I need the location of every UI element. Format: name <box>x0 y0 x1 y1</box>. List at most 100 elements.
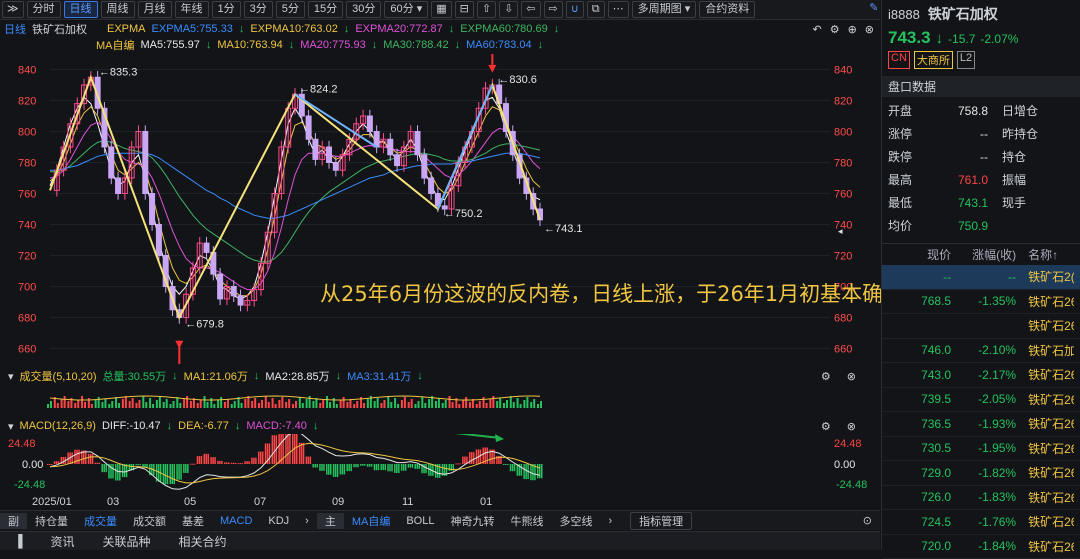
macd-bar <box>90 454 92 464</box>
tab-basis[interactable]: 基差 <box>174 513 212 529</box>
close-icon[interactable]: ⊗ <box>865 23 874 36</box>
period-yearly[interactable]: 年线 <box>175 1 209 18</box>
arrow-down-icon: ↓ <box>336 370 342 382</box>
settings-icon[interactable]: ⚙ <box>821 370 831 383</box>
contract-name: 铁矿石26 <box>1016 391 1074 408</box>
contract-row[interactable]: 746.0-2.10%铁矿石加 <box>882 339 1080 364</box>
more-icon[interactable]: ⋯ <box>608 1 629 18</box>
field-label: 涨停 <box>882 122 930 145</box>
tab-related-contracts[interactable]: 相关合约 <box>165 533 241 550</box>
macd-bar <box>353 464 355 467</box>
tab-magic-nine[interactable]: 神奇九转 <box>442 513 502 529</box>
arrow-down-icon: ↓ <box>235 420 241 432</box>
contract-info-button[interactable]: 合约资料 <box>699 1 755 18</box>
arrow-down-icon[interactable]: ⇩ <box>499 1 518 18</box>
market-data-table: 开盘758.8日增仓涨停--昨持仓跌停--持仓最高761.0振幅最低743.1现… <box>882 99 1080 237</box>
tab-open-interest[interactable]: 持仓量 <box>27 513 76 529</box>
grid-icon[interactable]: ▦ <box>431 1 451 18</box>
period-3min[interactable]: 3分 <box>244 1 273 18</box>
contract-row[interactable]: 743.0-2.17%铁矿石26 <box>882 363 1080 388</box>
contract-row[interactable]: 铁矿石26 <box>882 314 1080 339</box>
volume-bar <box>343 397 345 408</box>
period-5min[interactable]: 5分 <box>276 1 305 18</box>
macd-bar <box>376 464 378 470</box>
indicator-management-button[interactable]: 指标管理 <box>630 512 692 530</box>
chevron-right-icon[interactable]: › <box>600 515 620 527</box>
period-weekly[interactable]: 周线 <box>101 1 135 18</box>
volume-legend: ▾ 成交量(5,10,20) 总量:30.55万 ↓ MA1:21.06万 ↓ … <box>0 369 880 383</box>
arrow-down-icon: ↓ <box>206 39 212 51</box>
tab-turnover[interactable]: 成交额 <box>125 513 174 529</box>
magnet-icon[interactable]: ∪ <box>566 1 584 18</box>
period-1min[interactable]: 1分 <box>212 1 241 18</box>
tab-bull-bear[interactable]: 牛熊线 <box>502 513 551 529</box>
settings-icon[interactable]: ⚙ <box>830 23 840 36</box>
tab-long-short[interactable]: 多空线 <box>551 513 600 529</box>
contract-row[interactable]: 736.5-1.93%铁矿石26 <box>882 412 1080 437</box>
location-icon[interactable]: ⊙ <box>855 514 880 527</box>
macd-bar <box>192 464 194 465</box>
collapse-icon[interactable]: ≫ <box>2 1 24 18</box>
collapse-macd-icon[interactable]: ▾ <box>8 420 14 433</box>
macd-bar <box>330 464 332 475</box>
contract-row[interactable]: 724.5-1.76%铁矿石26 <box>882 510 1080 535</box>
macd-bar <box>333 464 335 477</box>
contract-row[interactable]: 739.5-2.05%铁矿石26 <box>882 388 1080 413</box>
period-60min[interactable]: 60分 ▾ <box>384 1 428 18</box>
collapse-volume-icon[interactable]: ▾ <box>8 370 14 383</box>
contract-row[interactable]: 720.0-1.84%铁矿石26 <box>882 535 1080 559</box>
volume-bar <box>397 404 399 408</box>
tab-main[interactable]: 主 <box>317 513 344 529</box>
tab-news[interactable]: 资讯 <box>37 533 89 550</box>
arrow-right-icon[interactable]: ⇨ <box>544 1 563 18</box>
edit-icon[interactable]: ✎ <box>865 1 882 18</box>
contract-row[interactable]: 729.0-1.82%铁矿石26 <box>882 461 1080 486</box>
undo-icon[interactable]: ↶ <box>812 23 821 36</box>
macd-bar <box>301 443 303 464</box>
tab-boll[interactable]: BOLL <box>398 515 442 527</box>
col-price[interactable]: 现价 <box>888 246 951 263</box>
collapse-icon[interactable]: ▐ <box>0 534 37 548</box>
close-icon[interactable]: ⊗ <box>847 420 856 433</box>
tab-sub[interactable]: 副 <box>0 513 27 529</box>
col-pct[interactable]: 涨幅(收) <box>951 246 1016 263</box>
contract-row[interactable]: ----铁矿石2( <box>882 265 1080 290</box>
period-fenshi[interactable]: 分时 <box>27 1 61 18</box>
col-name[interactable]: 名称↑ <box>1016 246 1074 263</box>
zoom-out-icon[interactable]: ⊟ <box>455 1 474 18</box>
contract-row[interactable]: 730.5-1.95%铁矿石26 <box>882 437 1080 462</box>
contract-row[interactable]: 768.5-1.35%铁矿石26 <box>882 290 1080 315</box>
volume-bar <box>275 404 277 408</box>
close-icon[interactable]: ⊗ <box>847 370 856 383</box>
period-30min[interactable]: 30分 <box>346 1 381 18</box>
volume-bar <box>170 404 172 408</box>
overlay-icon[interactable]: ⧉ <box>587 1 605 18</box>
tab-volume[interactable]: 成交量 <box>76 513 125 529</box>
period-15min[interactable]: 15分 <box>308 1 343 18</box>
settings-icon[interactable]: ⚙ <box>821 420 831 433</box>
macd-bar <box>265 443 267 464</box>
period-daily[interactable]: 日线 <box>64 1 98 18</box>
volume-bar <box>81 396 83 408</box>
tab-kdj[interactable]: KDJ <box>260 515 297 527</box>
expma-legend: 日线 铁矿石加权 EXPMA EXPMA5:755.33 ↓ EXPMA10:7… <box>0 21 880 37</box>
volume-bar <box>503 403 505 408</box>
multi-period-select[interactable]: 多周期图 ▾ <box>632 1 697 18</box>
tab-macd[interactable]: MACD <box>212 515 260 527</box>
macd-bar <box>185 464 187 473</box>
chevron-right-icon[interactable]: › <box>297 515 317 527</box>
arrow-left-icon[interactable]: ⇦ <box>521 1 540 18</box>
arrow-up-icon[interactable]: ⇧ <box>477 1 496 18</box>
add-icon[interactable]: ⊕ <box>848 23 857 36</box>
y-tick-right: 840 <box>834 65 852 77</box>
tab-related-products[interactable]: 关联品种 <box>89 533 165 550</box>
macd-bar <box>76 450 78 464</box>
tab-ma-custom[interactable]: MA自编 <box>344 513 399 529</box>
candle <box>395 155 400 166</box>
macd-bar <box>197 456 199 464</box>
ma-legend: MA自编 MA5:755.97 ↓ MA10:763.94 ↓ MA20:775… <box>96 37 876 53</box>
contract-row[interactable]: 726.0-1.83%铁矿石26 <box>882 486 1080 511</box>
price-label-high2: ←824.2 <box>299 83 338 95</box>
period-monthly[interactable]: 月线 <box>138 1 172 18</box>
price-chart[interactable]: 840820800780760740720700680660 840820800… <box>0 54 880 364</box>
